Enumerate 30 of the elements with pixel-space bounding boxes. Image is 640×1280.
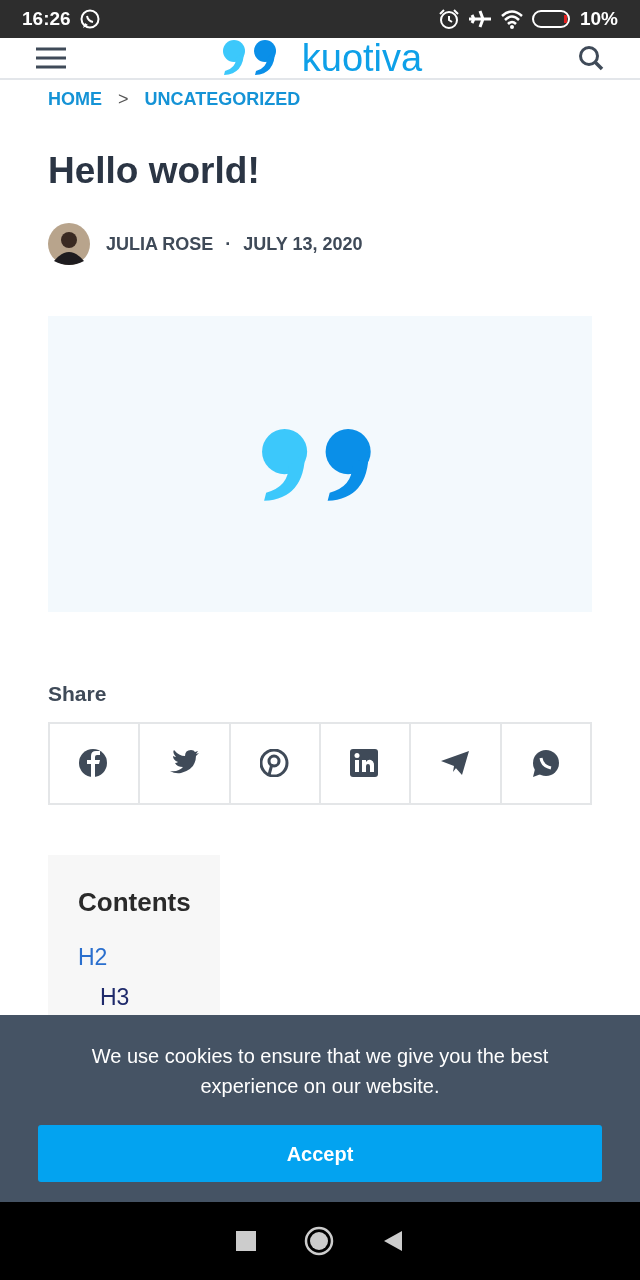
pin-icon (259, 749, 290, 778)
back-button[interactable] (382, 1229, 404, 1253)
author-name[interactable]: JULIA ROSE (106, 230, 214, 258)
menu-icon[interactable] (36, 46, 66, 70)
clock-time: 16:26 (22, 6, 71, 31)
chat-bubble-icon (78, 8, 101, 30)
battery-level: 10% (579, 6, 618, 31)
breadcrumb-link[interactable]: HOME (48, 86, 102, 113)
site-logo[interactable]: kuotiva (301, 39, 423, 77)
alarm-icon (437, 8, 460, 30)
cookie-message: We use cookies to ensure that we give you the best experience on our website. (90, 1044, 550, 1099)
breadcrumb-link[interactable]: UNCATEGORIZED (144, 86, 301, 113)
chat-bubble-icon (530, 749, 561, 778)
search-icon[interactable] (578, 45, 604, 71)
share-title: Share (48, 681, 108, 708)
post-date: JULY 13, 2020 (243, 232, 363, 256)
contents-link[interactable]: H2 (78, 939, 108, 975)
contents-title: Contents (78, 885, 190, 919)
contents-link[interactable]: H3 (100, 980, 130, 1015)
post-title: Hello world! (48, 149, 261, 193)
battery-icon (531, 9, 572, 29)
avatar (48, 223, 90, 266)
meta-separator: · (225, 232, 232, 256)
airplane-icon (467, 8, 492, 30)
square-logo-icon (350, 749, 381, 778)
round-logo-icon (79, 749, 110, 778)
accept-button[interactable]: Accept (38, 1125, 602, 1182)
breadcrumb-separator: > (118, 88, 129, 111)
wifi-icon (499, 9, 524, 29)
home-button[interactable] (304, 1226, 334, 1256)
